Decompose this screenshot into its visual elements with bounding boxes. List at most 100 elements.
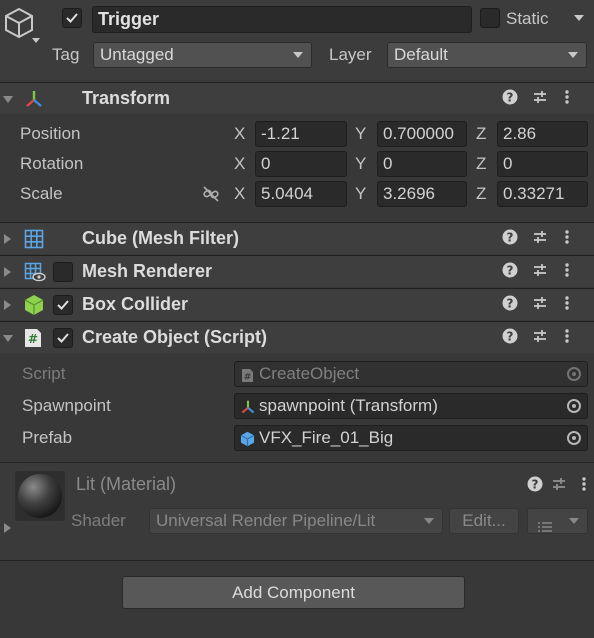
active-toggle[interactable] [62,8,82,28]
list-icon [538,516,552,540]
header-icons: ? [502,262,582,282]
kebab-menu-icon[interactable] [564,262,570,283]
svg-text:#: # [28,332,38,346]
static-label: Static [506,9,549,28]
static-dropdown-arrow[interactable] [574,15,584,21]
material-sphere-icon [15,471,65,526]
position-y-field[interactable]: 0.700000 [377,121,467,147]
tag-dropdown[interactable]: Untagged [93,42,312,68]
foldout-arrow[interactable] [3,335,13,342]
grid-mesh-icon [24,229,44,254]
axis-z-label[interactable]: Z [476,154,486,174]
script-field-value: CreateObject [259,364,360,383]
axis-y-label[interactable]: Y [355,184,366,204]
prefab-value: VFX_Fire_01_Big [259,428,394,447]
add-component-button[interactable]: Add Component [122,576,465,609]
position-x-field[interactable]: -1.21 [255,121,347,147]
foldout-arrow[interactable] [4,300,11,310]
scale-y-field[interactable]: 3.2696 [377,181,467,207]
scale-z-field[interactable]: 0.33271 [497,181,588,207]
preset-icon[interactable] [532,328,548,349]
axis-x-label[interactable]: X [234,154,245,174]
kebab-menu-icon[interactable] [564,89,570,110]
foldout-arrow[interactable] [4,267,11,277]
prefab-label: Prefab [22,428,73,447]
help-icon[interactable]: ? [502,295,518,316]
kebab-menu-icon[interactable] [564,229,570,250]
component-title: Box Collider [82,294,189,314]
shader-options-button [527,508,588,534]
material-header-icons: ? [527,476,589,496]
script-field-label: Script [22,364,66,383]
script-hash-icon: # [241,366,254,386]
svg-text:?: ? [507,231,514,245]
layer-label: Layer [329,45,372,64]
chevron-down-icon [568,52,578,58]
position-label: Position [20,124,81,143]
foldout-arrow[interactable] [4,234,11,244]
box-collider-header[interactable]: Box Collider ? [0,288,594,320]
scale-x-field[interactable]: 5.0404 [255,181,347,207]
gameobject-cube-icon[interactable] [2,6,36,45]
gameobject-name-input[interactable]: Trigger [92,6,472,33]
script-enabled-checkbox[interactable] [53,328,73,348]
preset-icon[interactable] [532,89,548,110]
component-title: Mesh Renderer [82,261,213,281]
gameobject-icon-dropdown-arrow[interactable] [32,38,40,43]
preset-icon[interactable] [532,295,548,316]
script-body: Script # CreateObject Spawnpoint spawnpo… [0,354,594,458]
script-field: # CreateObject [234,361,588,387]
mesh-renderer-enabled-checkbox[interactable] [53,262,73,282]
shader-value: Universal Render Pipeline/Lit [156,511,376,530]
kebab-menu-icon[interactable] [564,328,570,349]
tag-label: Tag [52,45,80,64]
foldout-arrow[interactable] [3,96,13,103]
preset-icon[interactable] [532,262,548,283]
layer-dropdown[interactable]: Default [387,42,587,68]
help-icon[interactable]: ? [527,476,543,497]
edit-label: Edit... [462,511,506,530]
static-checkbox[interactable] [480,8,500,28]
prefab-field[interactable]: VFX_Fire_01_Big [234,425,588,451]
gameobject-header: Trigger Static Tag Untagged Layer Defaul… [0,0,594,80]
header-icons: ? [502,328,582,348]
axis-y-label[interactable]: Y [355,124,366,144]
position-z-field[interactable]: 2.86 [497,121,588,147]
transform-header[interactable]: Transform ? [0,82,594,114]
rotation-z-field[interactable]: 0 [497,151,588,177]
object-picker-icon[interactable] [567,431,581,445]
foldout-arrow[interactable] [4,523,11,533]
help-icon[interactable]: ? [502,89,518,110]
shader-dropdown: Universal Render Pipeline/Lit [149,508,443,534]
help-icon[interactable]: ? [502,229,518,250]
kebab-menu-icon[interactable] [564,295,570,316]
object-picker-icon[interactable] [567,399,581,413]
component-title: Cube (Mesh Filter) [82,228,240,248]
mesh-renderer-icon [24,262,46,287]
axis-z-label[interactable]: Z [476,184,486,204]
svg-text:?: ? [507,297,514,311]
preset-icon[interactable] [551,476,567,497]
axis-z-label[interactable]: Z [476,124,486,144]
kebab-menu-icon[interactable] [581,476,587,497]
axis-y-label[interactable]: Y [355,154,366,174]
box-collider-enabled-checkbox[interactable] [53,295,73,315]
axis-x-label[interactable]: X [234,124,245,144]
spawnpoint-value: spawnpoint (Transform) [259,396,438,415]
divider [0,560,594,561]
axis-x-label[interactable]: X [234,184,245,204]
component-title: Create Object (Script) [82,327,268,347]
preset-icon[interactable] [532,229,548,250]
help-icon[interactable]: ? [502,328,518,349]
script-header[interactable]: # Create Object (Script) ? [0,321,594,353]
mesh-renderer-header[interactable]: Mesh Renderer ? [0,255,594,287]
help-icon[interactable]: ? [502,262,518,283]
svg-text:?: ? [507,91,514,105]
link-scale-icon[interactable] [202,185,220,208]
spawnpoint-field[interactable]: spawnpoint (Transform) [234,393,588,419]
mesh-filter-header[interactable]: Cube (Mesh Filter) ? [0,222,594,254]
rotation-y-field[interactable]: 0 [377,151,467,177]
material-section: Lit (Material) ? Shader Universal Render… [0,462,594,560]
rotation-x-field[interactable]: 0 [255,151,347,177]
component-title: Transform [82,88,171,108]
